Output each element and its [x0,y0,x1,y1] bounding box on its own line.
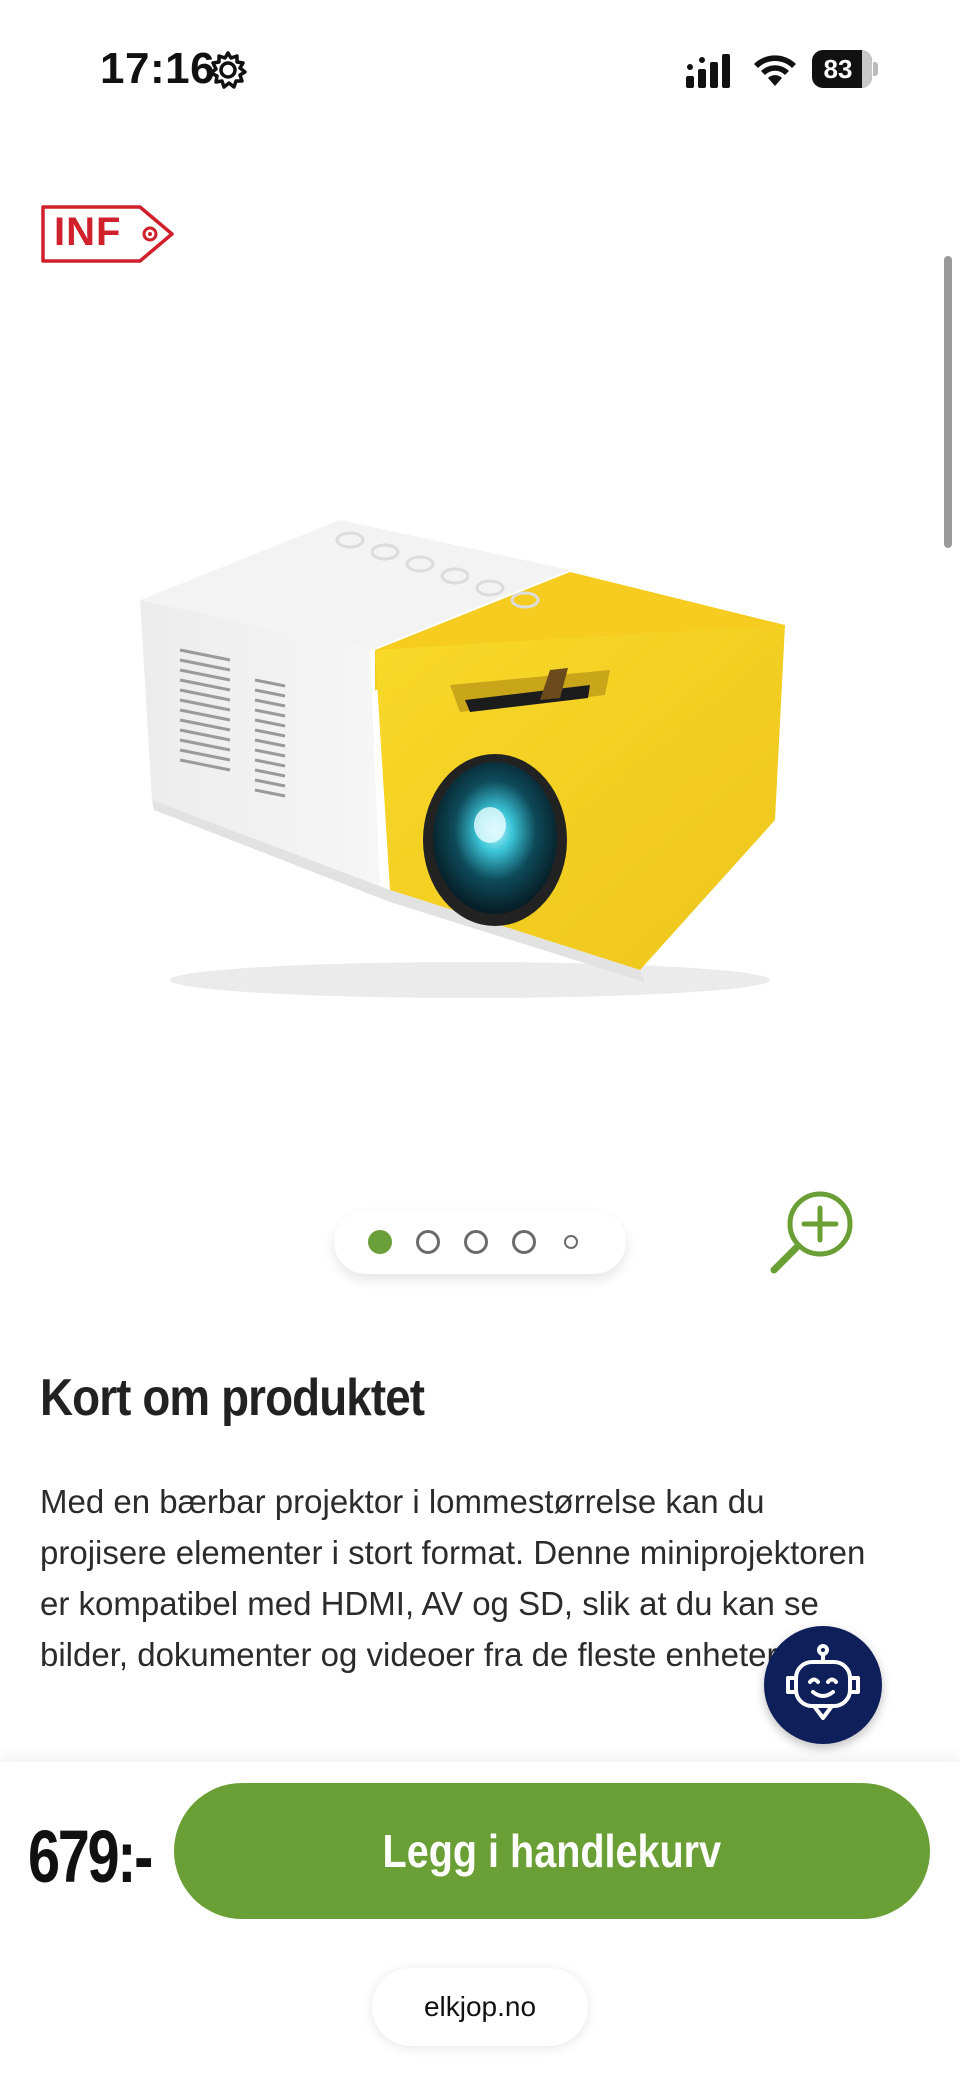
wifi-icon [754,55,796,86]
carousel-indicator [334,1210,626,1274]
section-title: Kort om produktet [40,1369,425,1427]
browser-url-bar[interactable]: elkjop.no [372,1968,588,2046]
carousel-dot[interactable] [512,1230,536,1254]
carousel-dot[interactable] [416,1230,440,1254]
gear-icon [209,51,247,89]
signal-icon [686,54,730,88]
carousel-dot[interactable] [564,1235,578,1249]
status-time: 17:16 [100,44,216,93]
status-bar: 17:16 83 [0,0,960,140]
battery-level: 83 [823,54,853,84]
carousel-dot[interactable] [368,1230,392,1254]
carousel-dot[interactable] [464,1230,488,1254]
product-description: Med en bærbar projektor i lommestørrelse… [40,1483,866,1673]
inf-badge-label: INF [54,210,122,254]
battery-icon: 83 [812,50,878,88]
product-image[interactable] [120,500,820,1020]
chatbot-button[interactable] [764,1626,882,1744]
zoom-in-icon[interactable] [766,1190,858,1278]
inf-badge: INF [40,204,176,264]
add-to-cart-label: Legg i handlekurv [382,1825,722,1877]
robot-icon [786,1644,860,1720]
add-to-cart-button[interactable]: Legg i handlekurv [174,1783,930,1919]
price: 679:- [28,1815,153,1898]
scrollbar[interactable] [944,256,952,548]
